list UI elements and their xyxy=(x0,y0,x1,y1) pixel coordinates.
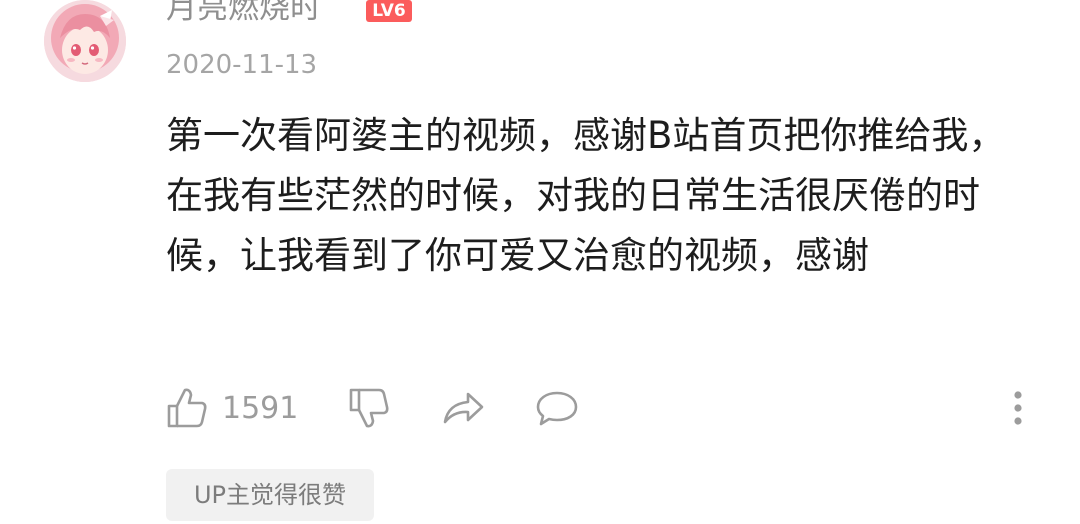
username[interactable]: 月亮燃烧时 xyxy=(166,0,321,28)
more-vertical-icon xyxy=(1014,391,1022,425)
comment-item: 月亮燃烧时 LV6 2020-11-13 第一次看阿婆主的视频，感谢B站首页把你… xyxy=(0,0,1080,524)
level-badge: LV6 xyxy=(366,0,412,22)
comment-text: 第一次看阿婆主的视频，感谢B站首页把你推给我，在我有些茫然的时候，对我的日常生活… xyxy=(166,114,1006,277)
dislike-button[interactable] xyxy=(348,382,390,434)
like-button[interactable]: 1591 xyxy=(166,382,298,434)
comment-icon xyxy=(536,391,578,426)
avatar-image xyxy=(44,0,126,82)
share-icon xyxy=(443,392,484,424)
share-button[interactable] xyxy=(440,382,486,434)
comment-date: 2020-11-13 xyxy=(166,50,318,80)
thumbs-up-icon xyxy=(167,388,207,428)
thumbs-down-icon xyxy=(349,388,389,428)
avatar[interactable] xyxy=(44,0,126,82)
like-count: 1591 xyxy=(222,390,299,426)
up-liked-tag: UP主觉得很赞 xyxy=(166,469,374,521)
more-options-button[interactable] xyxy=(1006,382,1030,434)
comment-actions: 1591 xyxy=(166,382,1046,434)
reply-button[interactable] xyxy=(534,382,580,434)
